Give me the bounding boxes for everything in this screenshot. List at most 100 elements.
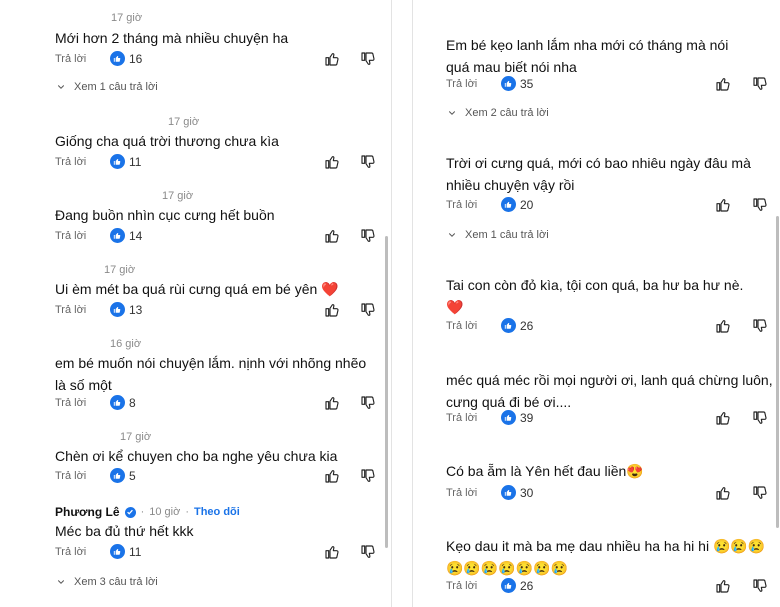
comment-text: méc quá méc rồi mọi người ơi, lanh quá c…: [446, 372, 773, 410]
thumbs-down-outline-icon[interactable]: [360, 395, 376, 411]
scrollbar[interactable]: [385, 236, 388, 548]
comment-time: 17 giờ: [111, 12, 143, 24]
comment-header: Phương Lê · 10 giờ · Theo dõi: [55, 505, 240, 519]
reply-button[interactable]: Trả lời: [55, 156, 86, 168]
right-comments-panel: Em bé kẹo lanh lắm nha mới có tháng mà n…: [412, 0, 780, 607]
verified-check-icon: [124, 506, 136, 518]
author-name[interactable]: Phương Lê: [55, 505, 120, 519]
comment-text: Trời ơi cưng quá, mới có bao nhiêu ngày …: [446, 155, 751, 193]
chevron-down-icon: [56, 82, 66, 92]
thumbs-up-outline-icon[interactable]: [324, 544, 340, 560]
like-count: 13: [110, 302, 142, 317]
comment-text: Đang buồn nhìn cục cưng hết buồn: [55, 207, 275, 223]
thumbs-up-outline-icon[interactable]: [715, 410, 731, 426]
reply-button[interactable]: Trả lời: [55, 304, 86, 316]
thumbs-down-outline-icon[interactable]: [752, 578, 768, 594]
like-count: 8: [110, 395, 136, 410]
reply-button[interactable]: Trả lời: [55, 230, 86, 242]
view-replies-link[interactable]: Xem 1 câu trả lời: [447, 229, 549, 241]
thumbs-up-badge-icon: [110, 468, 125, 483]
chevron-down-icon: [447, 230, 457, 240]
like-count: 11: [110, 544, 141, 559]
like-count: 30: [501, 485, 533, 500]
reply-button[interactable]: Trả lời: [446, 580, 477, 592]
thumbs-down-outline-icon[interactable]: [360, 51, 376, 67]
view-replies-link[interactable]: Xem 1 câu trả lời: [56, 81, 158, 93]
thumbs-down-outline-icon[interactable]: [752, 76, 768, 92]
thumbs-up-badge-icon: [110, 395, 125, 410]
thumbs-up-badge-icon: [501, 578, 516, 593]
comment-text: Mới hơn 2 tháng mà nhiều chuyện ha: [55, 30, 289, 46]
reply-button[interactable]: Trả lời: [55, 397, 86, 409]
divider: [392, 0, 412, 607]
follow-button[interactable]: Theo dõi: [194, 506, 240, 518]
like-count: 5: [110, 468, 136, 483]
thumbs-up-outline-icon[interactable]: [715, 318, 731, 334]
thumbs-up-outline-icon[interactable]: [324, 51, 340, 67]
thumbs-up-badge-icon: [110, 302, 125, 317]
chevron-down-icon: [56, 577, 66, 587]
thumbs-up-badge-icon: [501, 410, 516, 425]
thumbs-up-outline-icon[interactable]: [324, 154, 340, 170]
thumbs-up-badge-icon: [110, 544, 125, 559]
reply-button[interactable]: Trả lời: [446, 320, 477, 332]
comment-time: 10 giờ: [149, 506, 181, 518]
thumbs-up-badge-icon: [110, 51, 125, 66]
thumbs-up-outline-icon[interactable]: [715, 197, 731, 213]
reply-button[interactable]: Trả lời: [55, 470, 86, 482]
like-count: 16: [110, 51, 142, 66]
like-count: 35: [501, 76, 533, 91]
comment-text: Ui èm mét ba quá rùi cưng quá em bé yên …: [55, 281, 339, 297]
like-count: 26: [501, 318, 533, 333]
chevron-down-icon: [447, 108, 457, 118]
like-count: 11: [110, 154, 141, 169]
thumbs-up-badge-icon: [501, 485, 516, 500]
comment-time: 17 giờ: [104, 264, 136, 276]
comment-text: Chèn ơi kể chuyen cho ba nghe yêu chưa k…: [55, 448, 338, 464]
thumbs-down-outline-icon[interactable]: [360, 302, 376, 318]
comment-text: Em bé kẹo lanh lắm nha mới có tháng mà n…: [446, 37, 729, 75]
reply-button[interactable]: Trả lời: [446, 487, 477, 499]
comment-text: Có ba ẵm là Yên hết đau liền😍: [446, 463, 644, 479]
reply-button[interactable]: Trả lời: [446, 412, 477, 424]
thumbs-up-outline-icon[interactable]: [324, 395, 340, 411]
thumbs-up-outline-icon[interactable]: [324, 302, 340, 318]
reply-button[interactable]: Trả lời: [55, 53, 86, 65]
comment-time: 17 giờ: [162, 190, 194, 202]
reply-button[interactable]: Trả lời: [55, 546, 86, 558]
like-count: 14: [110, 228, 142, 243]
thumbs-up-outline-icon[interactable]: [324, 228, 340, 244]
thumbs-up-badge-icon: [501, 197, 516, 212]
thumbs-up-badge-icon: [501, 76, 516, 91]
reply-button[interactable]: Trả lời: [446, 78, 477, 90]
thumbs-down-outline-icon[interactable]: [752, 485, 768, 501]
comment-text: em bé muốn nói chuyện lắm. nịnh với nhõn…: [55, 355, 367, 393]
like-count: 26: [501, 578, 533, 593]
thumbs-down-outline-icon[interactable]: [360, 468, 376, 484]
thumbs-down-outline-icon[interactable]: [360, 154, 376, 170]
scrollbar[interactable]: [776, 216, 779, 528]
like-count: 20: [501, 197, 533, 212]
comment-time: 16 giờ: [110, 338, 142, 350]
thumbs-up-outline-icon[interactable]: [715, 485, 731, 501]
thumbs-up-badge-icon: [110, 154, 125, 169]
comment-text: Giống cha quá trời thương chưa kìa: [55, 133, 279, 149]
thumbs-up-outline-icon[interactable]: [715, 578, 731, 594]
left-comments-panel: 17 giờ Mới hơn 2 tháng mà nhiều chuyện h…: [0, 0, 392, 607]
thumbs-down-outline-icon[interactable]: [360, 228, 376, 244]
thumbs-up-outline-icon[interactable]: [715, 76, 731, 92]
thumbs-down-outline-icon[interactable]: [752, 410, 768, 426]
comment-text: Kẹo dau it mà ba mẹ dau nhiều ha ha hi h…: [446, 538, 766, 576]
thumbs-down-outline-icon[interactable]: [752, 197, 768, 213]
thumbs-up-outline-icon[interactable]: [324, 468, 340, 484]
reply-button[interactable]: Trả lời: [446, 199, 477, 211]
thumbs-up-badge-icon: [110, 228, 125, 243]
like-count: 39: [501, 410, 533, 425]
thumbs-down-outline-icon[interactable]: [360, 544, 376, 560]
comment-text: Tai con còn đỏ kìa, tội con quá, ba hư b…: [446, 277, 744, 315]
view-replies-link[interactable]: Xem 2 câu trả lời: [447, 107, 549, 119]
comment-text: Méc ba đủ thứ hết kkk: [55, 523, 194, 539]
thumbs-down-outline-icon[interactable]: [752, 318, 768, 334]
view-replies-link[interactable]: Xem 3 câu trả lời: [56, 576, 158, 588]
thumbs-up-badge-icon: [501, 318, 516, 333]
